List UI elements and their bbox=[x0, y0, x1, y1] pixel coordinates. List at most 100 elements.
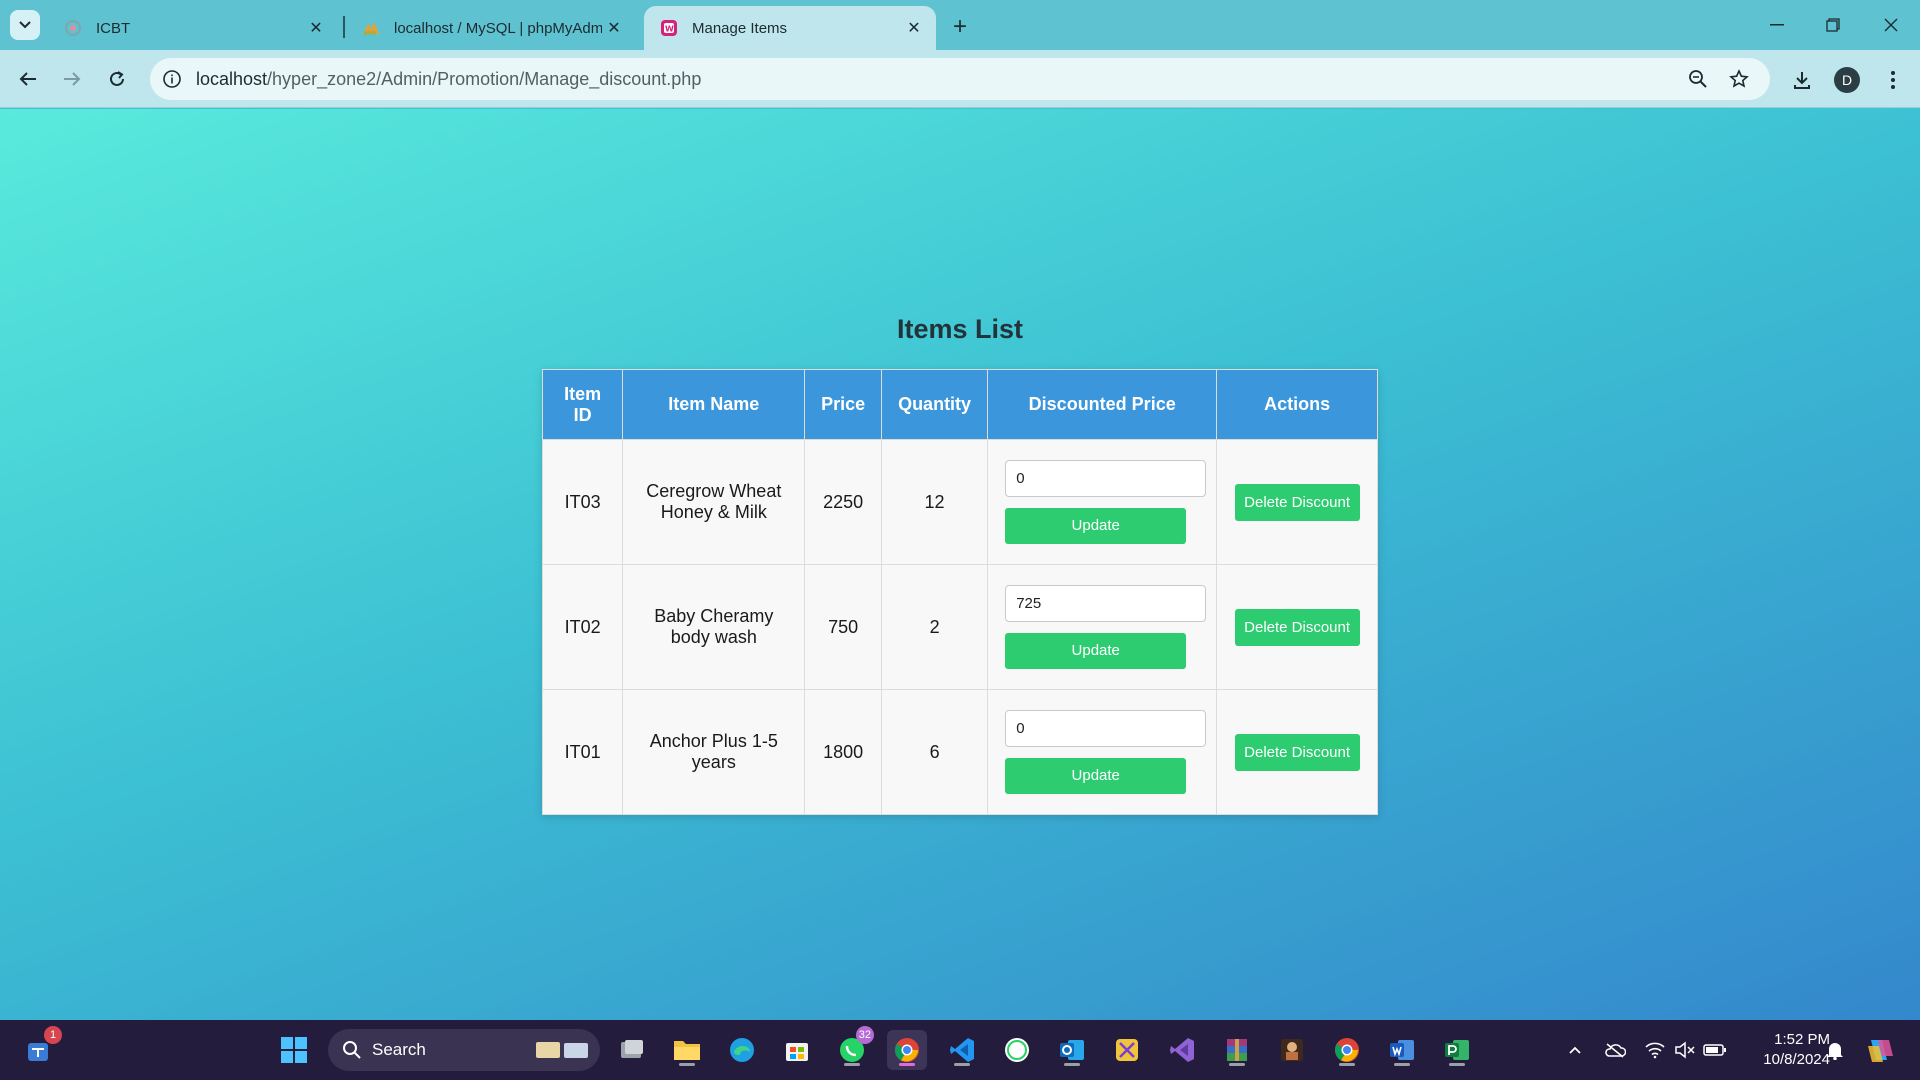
game-app-icon[interactable] bbox=[1272, 1030, 1312, 1070]
page-title: Items List bbox=[896, 314, 1024, 344]
new-tab-button[interactable]: + bbox=[945, 12, 975, 42]
url-path: /hyper_zone2/Admin/Promotion/Manage_disc… bbox=[267, 69, 702, 89]
actions-cell: Delete Discount bbox=[1216, 564, 1378, 690]
tab-manage-items[interactable]: W Manage Items ✕ bbox=[644, 6, 936, 50]
discounted-price-cell: Update bbox=[987, 564, 1218, 690]
tab-separator bbox=[343, 16, 345, 38]
minimize-window-icon[interactable] bbox=[1757, 8, 1797, 42]
quantity-cell: 12 bbox=[880, 439, 989, 565]
running-indicator bbox=[1394, 1063, 1410, 1066]
search-icon bbox=[343, 1041, 361, 1059]
running-indicator bbox=[1229, 1063, 1245, 1066]
restore-window-icon[interactable] bbox=[1813, 8, 1853, 42]
teams-badge: 1 bbox=[44, 1026, 62, 1044]
update-button[interactable]: Update bbox=[1005, 633, 1187, 669]
clock-date: 10/8/2024 bbox=[1763, 1051, 1830, 1068]
actions-cell: Delete Discount bbox=[1216, 439, 1378, 565]
outlook-icon[interactable] bbox=[1052, 1030, 1092, 1070]
quantity-cell: 2 bbox=[880, 564, 989, 690]
site-info-icon[interactable] bbox=[160, 67, 184, 91]
tab-phpmyadmin[interactable]: pma localhost / MySQL | phpMyAdmin ✕ bbox=[346, 6, 636, 50]
taskbar-search-label: Search bbox=[372, 1040, 426, 1059]
delete-discount-button[interactable]: Delete Discount bbox=[1234, 483, 1360, 521]
microsoft-store-icon[interactable] bbox=[777, 1030, 817, 1070]
wifi-icon[interactable] bbox=[1643, 1038, 1667, 1062]
windows-start-icon[interactable] bbox=[274, 1030, 314, 1070]
system-clock[interactable]: 1:52 PM 10/8/2024 bbox=[1740, 1030, 1830, 1070]
reload-icon[interactable] bbox=[101, 63, 133, 95]
items-table: Item ID Item Name Price Quantity Discoun… bbox=[541, 369, 1378, 815]
kebab-menu-icon[interactable] bbox=[1879, 66, 1907, 94]
winrar-icon[interactable] bbox=[1217, 1030, 1257, 1070]
running-indicator bbox=[954, 1063, 970, 1066]
delete-discount-button[interactable]: Delete Discount bbox=[1234, 608, 1360, 646]
discounted-price-input[interactable] bbox=[1005, 460, 1207, 497]
copilot-icon[interactable] bbox=[1860, 1030, 1900, 1070]
profile-avatar[interactable]: D bbox=[1834, 67, 1860, 93]
visual-studio-icon[interactable] bbox=[1162, 1030, 1202, 1070]
notification-bell-icon[interactable] bbox=[1823, 1038, 1847, 1062]
word-icon[interactable] bbox=[1382, 1030, 1422, 1070]
address-bar[interactable]: localhost/hyper_zone2/Admin/Promotion/Ma… bbox=[150, 58, 1770, 100]
project-icon[interactable] bbox=[1437, 1030, 1477, 1070]
quantity-cell: 6 bbox=[880, 689, 989, 815]
whatsapp-icon[interactable]: 32 bbox=[832, 1026, 874, 1070]
snipping-tool-icon[interactable] bbox=[1107, 1030, 1147, 1070]
forward-arrow-icon[interactable] bbox=[56, 63, 88, 95]
close-tab-icon[interactable]: ✕ bbox=[304, 16, 328, 40]
tab-search-button[interactable] bbox=[10, 10, 40, 40]
download-icon[interactable] bbox=[1788, 66, 1816, 94]
column-header-item-name: Item Name bbox=[622, 369, 806, 440]
whatsapp-web-icon[interactable] bbox=[997, 1030, 1037, 1070]
close-tab-icon[interactable]: ✕ bbox=[602, 16, 626, 40]
table-header-row: Item ID Item Name Price Quantity Discoun… bbox=[541, 369, 1378, 440]
column-header-discounted-price: Discounted Price bbox=[987, 369, 1218, 440]
item-id-cell: IT02 bbox=[541, 564, 624, 690]
zoom-icon[interactable] bbox=[1686, 67, 1710, 91]
volume-muted-icon[interactable] bbox=[1673, 1038, 1697, 1062]
tab-title: Manage Items bbox=[692, 19, 788, 37]
running-indicator bbox=[844, 1063, 860, 1066]
update-button[interactable]: Update bbox=[1005, 508, 1187, 544]
item-id-cell: IT03 bbox=[541, 439, 624, 565]
whatsapp-badge: 32 bbox=[855, 1026, 874, 1044]
close-tab-icon[interactable]: ✕ bbox=[902, 16, 926, 40]
column-header-label: Item ID bbox=[564, 383, 602, 425]
table-row: IT02 Baby Cheramy body wash 750 2 Update… bbox=[541, 564, 1378, 690]
file-explorer-icon[interactable] bbox=[667, 1030, 707, 1070]
column-header-price: Price bbox=[804, 369, 882, 440]
tab-title: ICBT bbox=[96, 19, 131, 37]
onedrive-offline-icon[interactable] bbox=[1603, 1038, 1627, 1062]
url-host: localhost bbox=[196, 69, 268, 89]
back-arrow-icon[interactable] bbox=[12, 63, 44, 95]
task-view-icon[interactable] bbox=[612, 1030, 652, 1070]
chrome-profile-icon[interactable] bbox=[1327, 1030, 1367, 1070]
discounted-price-input[interactable] bbox=[1005, 585, 1207, 622]
edge-icon[interactable] bbox=[722, 1030, 762, 1070]
chevron-up-icon[interactable] bbox=[1563, 1038, 1587, 1062]
phpmyadmin-favicon-icon: pma bbox=[362, 19, 380, 37]
battery-icon[interactable] bbox=[1703, 1038, 1727, 1062]
running-indicator bbox=[679, 1063, 695, 1066]
discounted-price-cell: Update bbox=[987, 439, 1218, 565]
browser-tab-strip: ICBT ✕ pma localhost / MySQL | phpMyAdmi… bbox=[0, 0, 1920, 50]
bookmark-star-icon[interactable] bbox=[1727, 67, 1751, 91]
item-id-cell: IT01 bbox=[541, 689, 624, 815]
discounted-price-input[interactable] bbox=[1005, 710, 1207, 747]
tab-title: localhost / MySQL | phpMyAdmin bbox=[394, 19, 602, 37]
vscode-icon[interactable] bbox=[942, 1030, 982, 1070]
chrome-icon[interactable] bbox=[887, 1030, 927, 1070]
teams-icon[interactable]: 1 bbox=[20, 1026, 62, 1070]
running-indicator bbox=[1339, 1063, 1355, 1066]
delete-discount-button[interactable]: Delete Discount bbox=[1234, 733, 1360, 771]
icbt-favicon-icon bbox=[64, 19, 82, 37]
close-window-icon[interactable] bbox=[1871, 8, 1911, 42]
column-header-quantity: Quantity bbox=[880, 369, 989, 440]
taskbar-search[interactable]: Search bbox=[328, 1029, 600, 1071]
item-name-cell: Baby Cheramy body wash bbox=[622, 564, 806, 690]
tab-icbt[interactable]: ICBT ✕ bbox=[48, 6, 338, 50]
item-name-cell: Anchor Plus 1-5 years bbox=[622, 689, 806, 815]
update-button[interactable]: Update bbox=[1005, 758, 1187, 794]
price-cell: 1800 bbox=[804, 689, 882, 815]
url-text[interactable]: localhost/hyper_zone2/Admin/Promotion/Ma… bbox=[196, 69, 701, 90]
